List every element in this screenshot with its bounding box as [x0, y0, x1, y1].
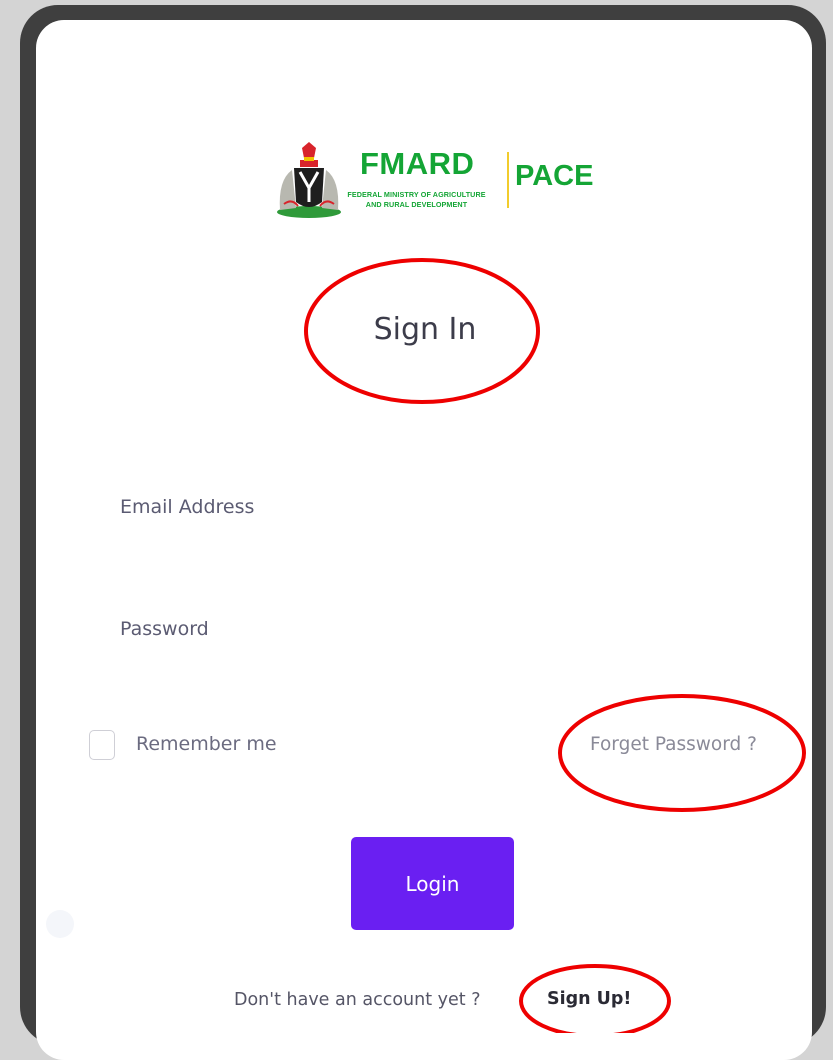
remember-me-checkbox[interactable] — [89, 730, 115, 760]
signup-link[interactable]: Sign Up! — [547, 989, 631, 1009]
brand-subtitle-line-2: AND RURAL DEVELOPMENT — [365, 200, 468, 209]
product-name: PACE — [515, 160, 594, 192]
login-button[interactable]: Login — [351, 837, 514, 930]
remember-me-label[interactable]: Remember me — [136, 733, 277, 755]
brand-logo: FMARD FEDERAL MINISTRY OF AGRICULTURE AN… — [270, 140, 610, 222]
email-field[interactable]: Email Address — [120, 496, 254, 518]
signup-prompt: Don't have an account yet ? — [234, 990, 481, 1010]
page-title: Sign In — [373, 312, 477, 347]
password-field[interactable]: Password — [120, 618, 209, 640]
forgot-password-link[interactable]: Forget Password ? — [590, 734, 757, 755]
brand-subtitle-line-1: FEDERAL MINISTRY OF AGRICULTURE — [347, 190, 486, 199]
floating-dot — [46, 910, 74, 938]
logo-divider — [507, 152, 509, 208]
coat-of-arms-icon — [277, 142, 341, 218]
brand-subtitle: FEDERAL MINISTRY OF AGRICULTURE AND RURA… — [344, 190, 489, 210]
brand-name: FMARD — [360, 146, 475, 181]
